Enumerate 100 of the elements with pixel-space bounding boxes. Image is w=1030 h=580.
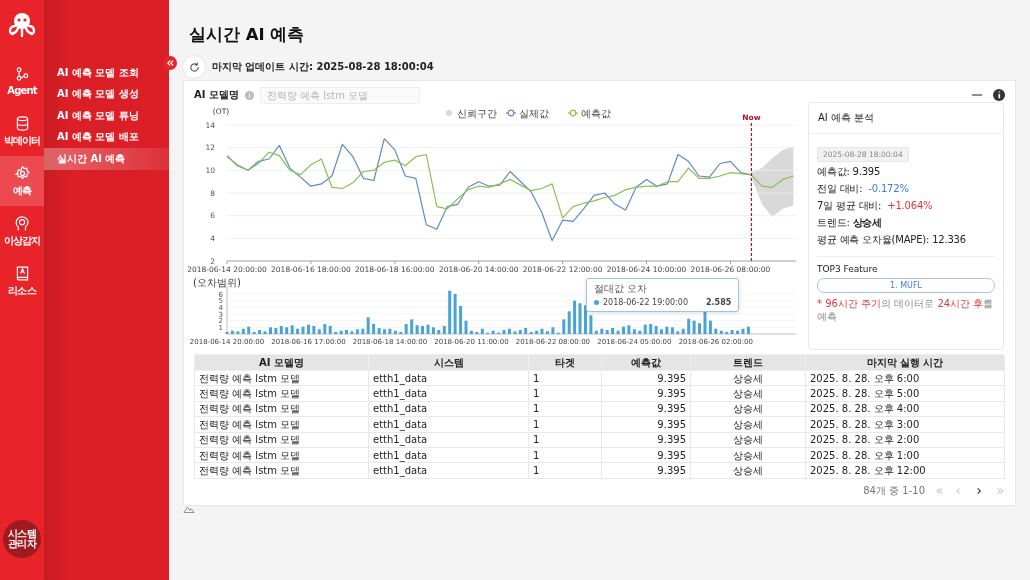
table-cell: 1	[528, 385, 602, 402]
stat-line: 전일 대비: -0.172%	[817, 182, 910, 196]
rail-item[interactable]: 빅데이터	[0, 106, 44, 156]
column-header: 예측값	[601, 354, 691, 371]
table-cell: 전력량 예측 lstm 모델	[194, 447, 369, 463]
table-cell: 전력량 예측 lstm 모델	[194, 432, 369, 448]
table-cell: etth1_data	[368, 462, 529, 479]
double-chevron-left-icon	[934, 486, 944, 495]
stat-line: 트렌드: 상승세	[817, 216, 883, 230]
table-cell: 전력량 예측 lstm 모델	[194, 416, 369, 433]
bar	[421, 326, 424, 334]
table-cell: 2025. 8. 28. 오후 2:00	[805, 432, 1005, 448]
table-cell: 상승세	[690, 462, 806, 479]
bar	[269, 327, 272, 334]
bar	[622, 326, 625, 334]
table-cell: 상승세	[690, 447, 806, 463]
table-cell: 2025. 8. 28. 오후 4:00	[805, 401, 1005, 417]
page-title: 실시간 AI 예측	[189, 24, 306, 46]
table-cell: 2025. 8. 28. 오후 3:00	[805, 416, 1005, 433]
stat-line: 예측값: 9.395	[817, 165, 882, 179]
info-icon[interactable]	[993, 89, 1005, 101]
submenu-item[interactable]: AI 예측 모델 생성	[44, 83, 169, 105]
bar	[584, 305, 587, 334]
table-cell: 1	[528, 462, 602, 479]
section-title: TOP3 Feature	[817, 264, 879, 274]
table-cell: 전력량 예측 lstm 모델	[194, 385, 369, 402]
chevron-right-icon	[974, 486, 984, 495]
table-cell: 9.395	[601, 370, 691, 386]
axis-title: (오차범위)	[193, 277, 241, 288]
table-cell: 2025. 8. 28. 오후 5:00	[805, 385, 1005, 402]
table-cell: 1	[528, 447, 602, 463]
table-cell: 상승세	[690, 432, 806, 448]
table-cell: etth1_data	[368, 447, 529, 463]
profile-button[interactable]: 시스템 관리자	[3, 520, 41, 558]
column-header: AI 모델명	[194, 354, 369, 371]
refresh-button[interactable]	[183, 56, 205, 78]
table-cell: 전력량 예측 lstm 모델	[194, 462, 369, 479]
series-dot	[594, 300, 599, 305]
rail-item[interactable]: 예측	[0, 156, 44, 206]
table-cell: 2025. 8. 28. 오후 6:00	[805, 370, 1005, 386]
table-cell: 2025. 8. 28. 오후 12:00	[805, 462, 1005, 479]
stat-line: 7일 평균 대비: +1.064%	[817, 199, 934, 213]
table-cell: 9.395	[601, 385, 691, 402]
stat-line: 평균 예측 오차율(MAPE): 12.336	[817, 233, 967, 247]
table-cell: 상승세	[690, 370, 806, 386]
bar	[660, 329, 663, 334]
double-chevron-left-icon	[166, 60, 174, 66]
panel-title: AI 예측 분석	[818, 111, 875, 125]
tooltip-time: 2018-06-22 19:00:00	[603, 298, 688, 307]
submenu-item[interactable]: AI 예측 모델 조회	[44, 62, 169, 84]
table-cell: 9.395	[601, 462, 691, 479]
page-summary: 84개 중 1-10	[863, 483, 925, 498]
collapse-button[interactable]	[163, 56, 177, 70]
refresh-icon	[188, 61, 200, 73]
gear-icon	[13, 164, 31, 182]
legend-item[interactable]: 예측값	[567, 107, 611, 119]
table-cell: 전력량 예측 lstm 모델	[194, 370, 369, 386]
table-cell: 상승세	[690, 385, 806, 402]
table-cell: 9.395	[601, 416, 691, 433]
column-header: 타겟	[528, 354, 602, 371]
table-cell: 2025. 8. 28. 오후 1:00	[805, 447, 1005, 463]
submenu-item[interactable]: 실시간 AI 예측	[44, 148, 169, 170]
tooltip-value: 2.585	[705, 298, 732, 307]
column-header: 트렌드	[690, 354, 806, 371]
double-chevron-right-icon	[994, 486, 1004, 495]
rail-item[interactable]: 이상감지	[0, 206, 44, 256]
model-name-field[interactable]: 전력량 예측 lstm 모델	[259, 86, 420, 104]
column-header: 마지막 실행 시간	[805, 354, 1005, 371]
table-cell: 9.395	[601, 401, 691, 417]
table-cell: 1	[528, 432, 602, 448]
rail-item[interactable]: Agent	[0, 56, 44, 106]
table-cell: 9.395	[601, 447, 691, 463]
table-cell: etth1_data	[368, 432, 529, 448]
table-cell: etth1_data	[368, 401, 529, 417]
legend-label: 실제값	[519, 107, 549, 119]
bar	[546, 331, 549, 334]
last-update-text: 마지막 업데이트 시간: 2025-08-28 18:00:04	[212, 60, 434, 74]
legend-label: 예측값	[581, 107, 611, 119]
rail-item[interactable]: 리소스	[0, 256, 44, 306]
submenu-item[interactable]: AI 예측 모델 튜닝	[44, 105, 169, 127]
tooltip-title: 절대값 오차	[594, 282, 649, 296]
table-cell: 1	[528, 370, 602, 386]
note-text: * 96시간 주기의 데이터로 24시간 후를 예측	[817, 298, 995, 323]
table-cell: 1	[528, 401, 602, 417]
table-cell: etth1_data	[368, 385, 529, 402]
table-cell: etth1_data	[368, 416, 529, 433]
table-cell: etth1_data	[368, 370, 529, 386]
table-cell: 9.395	[601, 432, 691, 448]
table-cell: 1	[528, 416, 602, 433]
legend-item[interactable]: 실제값	[505, 107, 549, 119]
table-cell: 전력량 예측 lstm 모델	[194, 401, 369, 417]
table-cell: 상승세	[690, 401, 806, 417]
table-cell: 상승세	[690, 416, 806, 433]
submenu-item[interactable]: AI 예측 모델 배포	[44, 126, 169, 148]
bar	[698, 323, 701, 334]
legend-item[interactable]: 신뢰구간	[446, 107, 497, 119]
bar	[345, 330, 348, 334]
feature-tag: 1. MUFL	[817, 278, 995, 293]
bar	[307, 324, 310, 334]
head-icon	[13, 214, 31, 232]
